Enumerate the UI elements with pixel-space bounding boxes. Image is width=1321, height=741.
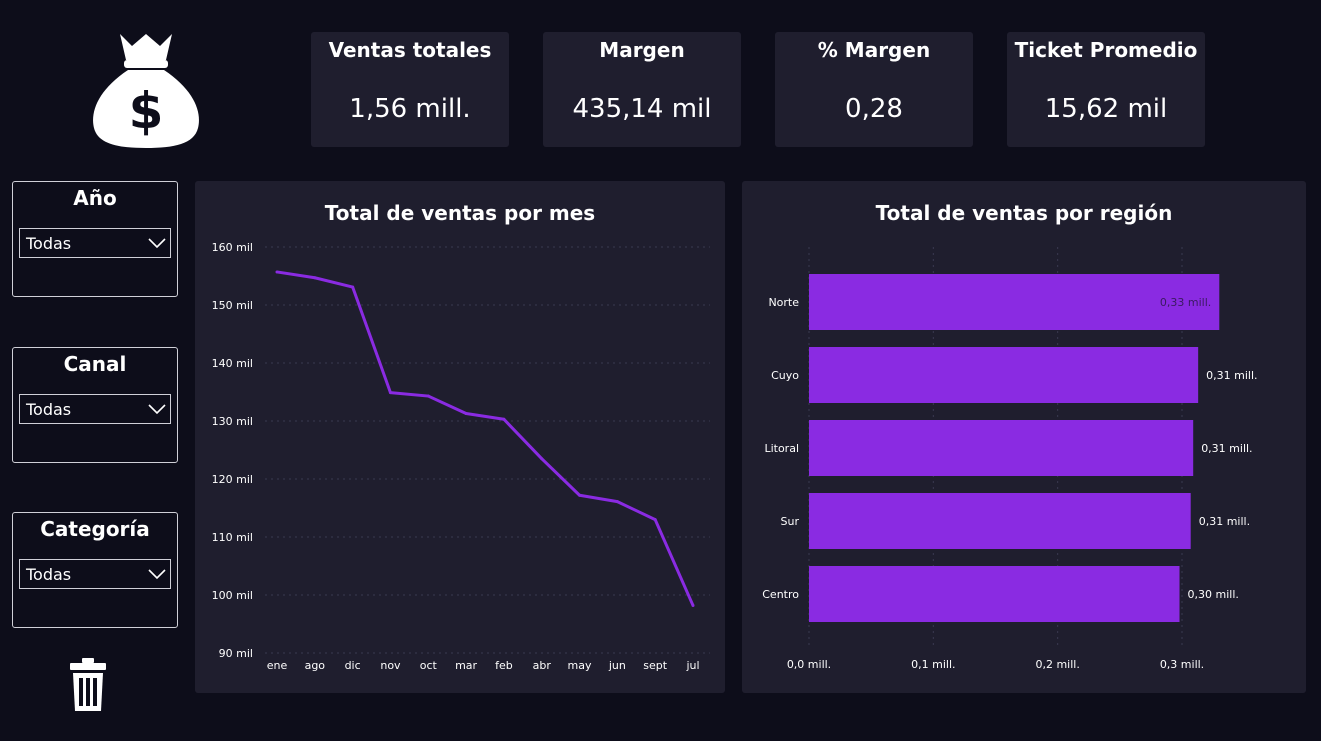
x-tick-label: oct bbox=[420, 659, 438, 672]
y-tick-label: 160 mil bbox=[212, 241, 253, 254]
bar bbox=[809, 347, 1199, 403]
category-label: Litoral bbox=[764, 442, 799, 455]
bar-chart: 0,0 mill. 0,1 mill. 0,2 mill. 0,3 mill. Nort… bbox=[762, 247, 1258, 671]
x-tick-label: nov bbox=[380, 659, 401, 672]
x-tick-label: ene bbox=[267, 659, 288, 672]
category-label: Centro bbox=[762, 588, 799, 601]
x-tick-label: sept bbox=[643, 659, 667, 672]
y-tick-label: 140 mil bbox=[212, 357, 253, 370]
bar bbox=[809, 274, 1220, 330]
categoria-dropdown[interactable]: Todas bbox=[19, 559, 171, 589]
data-point bbox=[540, 457, 544, 461]
data-point bbox=[464, 411, 468, 415]
y-tick-label: 120 mil bbox=[212, 473, 253, 486]
line-chart: 160 mil 150 mil 140 mil 130 mil 120 mil 110 m… bbox=[212, 241, 710, 672]
x-tick-label: jun bbox=[608, 659, 626, 672]
category-label: Norte bbox=[768, 296, 799, 309]
dropdown-value: Todas bbox=[26, 400, 72, 419]
x-tick-label: feb bbox=[495, 659, 513, 672]
x-tick-label: 0,3 mill. bbox=[1160, 658, 1204, 671]
canal-dropdown[interactable]: Todas bbox=[19, 394, 171, 424]
data-point bbox=[653, 518, 657, 522]
x-tick-label: abr bbox=[533, 659, 552, 672]
slicer-categoria: Categoría Todas bbox=[12, 512, 178, 628]
y-tick-label: 130 mil bbox=[212, 415, 253, 428]
data-point bbox=[275, 270, 279, 274]
kpi-value: 15,62 mil bbox=[1044, 94, 1168, 124]
data-label: 0,33 mill. bbox=[1160, 296, 1211, 309]
anio-dropdown[interactable]: Todas bbox=[19, 228, 171, 258]
kpi-title: Ticket Promedio bbox=[1014, 38, 1198, 62]
y-tick-label: 150 mil bbox=[212, 299, 253, 312]
dropdown-value: Todas bbox=[26, 234, 72, 253]
slicer-title: Año bbox=[73, 186, 117, 210]
data-point bbox=[313, 276, 317, 280]
bar-chart-panel: Total de ventas por región 0,0 mill. 0,1 … bbox=[742, 181, 1306, 693]
money-bag-icon: $ bbox=[88, 30, 204, 150]
data-point bbox=[351, 285, 355, 289]
x-tick-label: 0,1 mill. bbox=[911, 658, 955, 671]
kpi-title: Margen bbox=[599, 38, 685, 62]
y-tick-label: 110 mil bbox=[212, 531, 253, 544]
x-tick-label: 0,2 mill. bbox=[1035, 658, 1079, 671]
kpi-value: 435,14 mil bbox=[572, 94, 712, 124]
trash-icon[interactable] bbox=[68, 658, 108, 712]
data-point bbox=[426, 394, 430, 398]
x-tick-label: ago bbox=[305, 659, 326, 672]
svg-text:$: $ bbox=[129, 82, 164, 140]
kpi-card-porcentaje-margen: % Margen 0,28 bbox=[775, 32, 973, 147]
kpi-card-ticket-promedio: Ticket Promedio 15,62 mil bbox=[1007, 32, 1205, 147]
line-chart-panel: Total de ventas por mes 160 mil 150 mil 14… bbox=[195, 181, 725, 693]
slicer-title: Categoría bbox=[40, 517, 150, 541]
data-point bbox=[502, 417, 506, 421]
series-line bbox=[276, 270, 695, 607]
category-label: Sur bbox=[781, 515, 800, 528]
data-label: 0,31 mill. bbox=[1206, 369, 1257, 382]
kpi-value: 1,56 mill. bbox=[349, 94, 471, 124]
data-label: 0,31 mill. bbox=[1199, 515, 1250, 528]
data-point bbox=[691, 603, 695, 607]
y-tick-label: 100 mil bbox=[212, 589, 253, 602]
x-tick-label: 0,0 mill. bbox=[787, 658, 831, 671]
kpi-title: Ventas totales bbox=[328, 38, 492, 62]
data-label: 0,31 mill. bbox=[1201, 442, 1252, 455]
kpi-card-margen: Margen 435,14 mil bbox=[543, 32, 741, 147]
data-label: 0,30 mill. bbox=[1188, 588, 1239, 601]
bar bbox=[809, 566, 1180, 622]
data-point bbox=[615, 500, 619, 504]
slicer-title: Canal bbox=[63, 352, 127, 376]
chevron-down-icon bbox=[148, 569, 166, 580]
x-tick-label: jul bbox=[685, 659, 699, 672]
data-point bbox=[578, 493, 582, 497]
chevron-down-icon bbox=[148, 238, 166, 249]
chevron-down-icon bbox=[148, 404, 166, 415]
bar bbox=[809, 493, 1191, 549]
data-point bbox=[388, 391, 392, 395]
x-tick-label: mar bbox=[455, 659, 477, 672]
dropdown-value: Todas bbox=[26, 565, 72, 584]
kpi-card-ventas-totales: Ventas totales 1,56 mill. bbox=[311, 32, 509, 147]
x-tick-label: may bbox=[568, 659, 592, 672]
y-tick-label: 90 mil bbox=[219, 647, 253, 660]
category-label: Cuyo bbox=[771, 369, 799, 382]
x-tick-label: dic bbox=[345, 659, 361, 672]
slicer-canal: Canal Todas bbox=[12, 347, 178, 463]
bar bbox=[809, 420, 1194, 476]
slicer-anio: Año Todas bbox=[12, 181, 178, 297]
kpi-title: % Margen bbox=[817, 38, 931, 62]
kpi-value: 0,28 bbox=[845, 94, 903, 124]
